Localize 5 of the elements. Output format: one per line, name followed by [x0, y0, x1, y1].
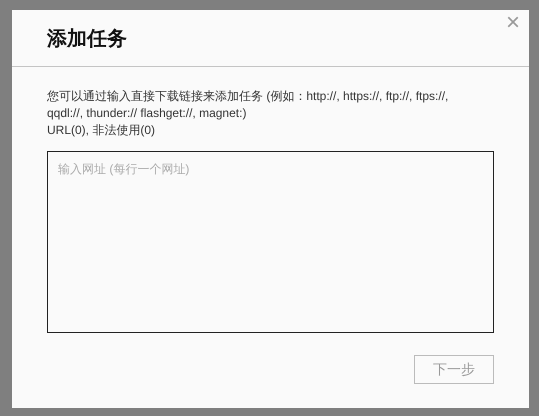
- url-count-text: URL(0), 非法使用(0): [47, 122, 156, 139]
- url-input-field[interactable]: 输入网址 (每行一个网址): [47, 151, 494, 333]
- dialog-title: 添加任务: [47, 26, 127, 52]
- close-button[interactable]: ×: [502, 12, 523, 34]
- instructions-text: 您可以通过输入直接下载链接来添加任务 (例如：http://, https://, ftp://, ftps://, qqdl://, thunder:// flashget://, magnet:): [47, 88, 450, 122]
